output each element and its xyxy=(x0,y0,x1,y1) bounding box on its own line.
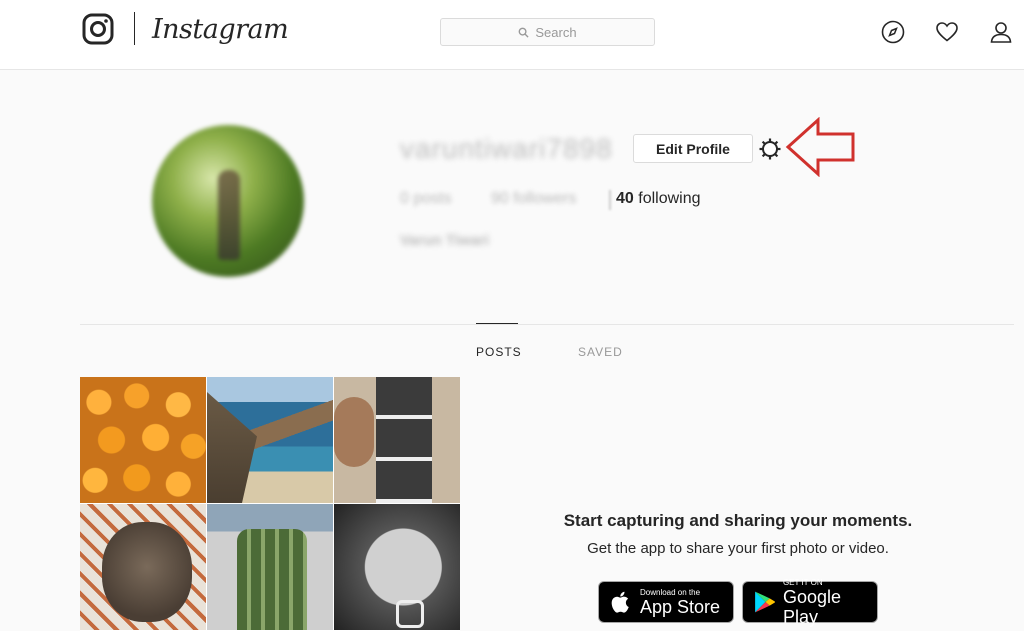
app-store-text: Download on the App Store xyxy=(640,588,720,617)
photo-coastline[interactable] xyxy=(207,377,333,503)
app-store-badge[interactable]: Download on the App Store xyxy=(598,581,734,623)
explore-compass-icon[interactable] xyxy=(881,20,905,44)
nav-divider xyxy=(134,12,135,45)
search-placeholder: Search xyxy=(535,24,577,40)
promo-subtitle: Get the app to share your first photo or… xyxy=(587,540,889,557)
heart-icon[interactable] xyxy=(935,20,959,44)
search-icon xyxy=(518,27,529,38)
profile-avatar[interactable] xyxy=(152,125,304,277)
google-play-text: GET IT ON Google Play xyxy=(783,578,877,627)
profile-full-name: Varun Tiwari xyxy=(400,232,489,249)
posts-count: 0 posts xyxy=(400,190,452,207)
following-number: 40 xyxy=(616,190,634,207)
promo-title: Start capturing and sharing your moments… xyxy=(563,511,913,530)
google-play-small-text: GET IT ON xyxy=(782,577,823,587)
tab-posts[interactable]: POSTS xyxy=(476,345,522,359)
red-arrow-annotation xyxy=(785,117,855,177)
google-play-badge[interactable]: GET IT ON Google Play xyxy=(742,578,878,627)
profile-username: varuntiwari7898 xyxy=(400,133,613,164)
photo-cactus[interactable] xyxy=(207,504,333,630)
profile-icon[interactable] xyxy=(989,20,1013,44)
instagram-glyph-icon[interactable] xyxy=(82,13,114,45)
apple-logo-icon xyxy=(611,591,629,613)
gear-icon[interactable] xyxy=(758,137,782,161)
tabs-divider xyxy=(80,324,1014,325)
following-label: following xyxy=(638,190,701,207)
app-store-small-text: Download on the xyxy=(640,587,701,597)
sample-photo-grid xyxy=(80,377,460,631)
stat-separator xyxy=(609,190,611,210)
top-nav: Instagram Search xyxy=(0,0,1024,70)
search-input[interactable]: Search xyxy=(440,18,655,46)
active-tab-indicator xyxy=(476,323,518,324)
app-store-big-text: App Store xyxy=(640,596,721,617)
tab-saved[interactable]: SAVED xyxy=(578,345,623,359)
photo-photobooth-strip[interactable] xyxy=(334,377,460,503)
google-play-big-text: Google Play xyxy=(782,586,841,627)
edit-profile-button[interactable]: Edit Profile xyxy=(633,134,753,163)
followers-count[interactable]: 90 followers xyxy=(491,190,576,208)
instagram-wordmark[interactable]: Instagram xyxy=(152,10,289,50)
photo-dog[interactable] xyxy=(80,504,206,630)
photo-baby[interactable] xyxy=(334,504,460,630)
google-play-logo-icon xyxy=(755,591,775,613)
photo-oranges[interactable] xyxy=(80,377,206,503)
following-count[interactable]: 40 following xyxy=(616,190,701,208)
